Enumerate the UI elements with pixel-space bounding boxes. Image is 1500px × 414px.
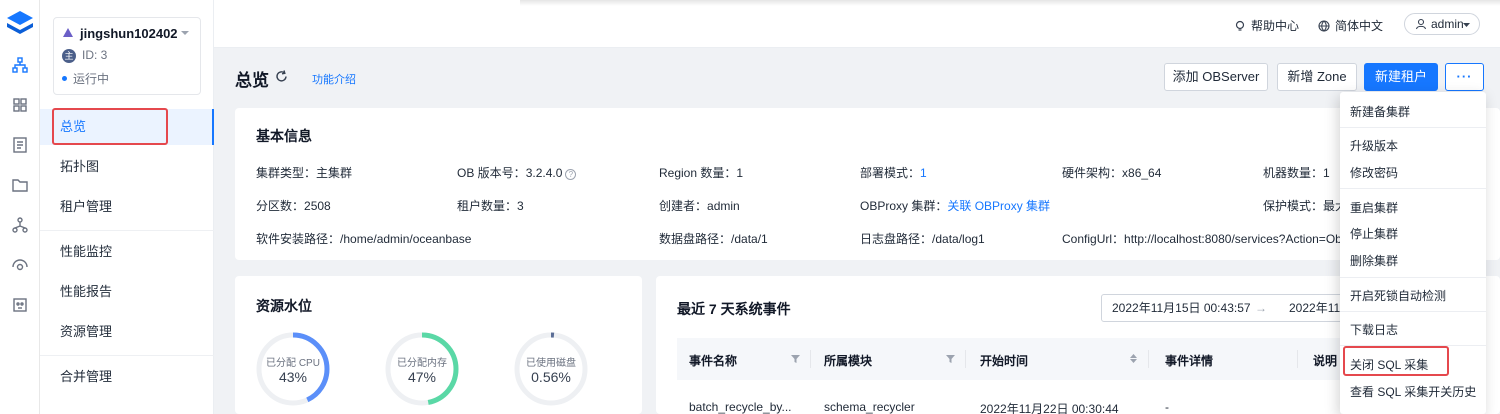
robot-icon[interactable] (11, 296, 29, 314)
info-tenant-count: 租户数量：3 (457, 199, 524, 213)
resource-title: 资源水位 (256, 298, 312, 314)
sidebar-divider (40, 355, 214, 356)
menu-item-change-password[interactable]: 修改密码 (1350, 164, 1398, 181)
info-region-count: Region 数量：1 (659, 166, 744, 180)
icon-rail (0, 0, 40, 414)
info-ob-version: OB 版本号：3.2.4.0? (457, 164, 577, 181)
oceanbase-logo-icon[interactable] (4, 8, 36, 40)
info-creator: 创建者：admin (659, 199, 740, 213)
gauge-disk-value: 0.56% (531, 369, 571, 385)
menu-item-deadlock-detection[interactable]: 开启死锁自动检测 (1350, 287, 1446, 304)
info-deploy-mode: 部署模式：1 (860, 166, 927, 180)
date-range-picker[interactable]: 2022年11月15日 00:43:57 → 2022年11月22日 00:43… (1101, 294, 1351, 322)
sidebar-item-merge-management[interactable]: 合并管理 (40, 359, 214, 395)
cluster-topology-icon[interactable] (11, 56, 29, 74)
menu-item-stop-cluster[interactable]: 停止集群 (1350, 225, 1398, 242)
filter-icon[interactable] (946, 354, 955, 363)
globe-icon (1318, 20, 1330, 32)
cluster-name: jingshun102402 (80, 26, 178, 41)
sort-icon[interactable] (1129, 354, 1138, 363)
col-module: 所属模块 (824, 354, 873, 368)
chevron-down-icon[interactable] (180, 28, 190, 38)
window-shadow (520, 0, 1500, 6)
gauge-disk: 已使用磁盘 0.56% (513, 331, 589, 407)
info-machine-count: 机器数量：1 (1263, 166, 1330, 180)
info-protection-mode: 保护模式：最大 (1263, 199, 1348, 213)
menu-item-download-logs[interactable]: 下载日志 (1350, 321, 1398, 338)
event-row-name[interactable]: batch_recycle_by... (689, 400, 792, 414)
col-description: 说明 (1313, 354, 1338, 368)
basic-info-title: 基本信息 (256, 128, 312, 144)
new-tenant-button[interactable]: 新建租户 (1364, 63, 1438, 91)
cluster-icon (63, 28, 73, 37)
menu-item-upgrade[interactable]: 升级版本 (1350, 137, 1398, 154)
primary-badge: 主 (62, 49, 76, 63)
events-title: 最近 7 天系统事件 (677, 301, 791, 317)
monitor-eye-icon[interactable] (11, 256, 29, 274)
sidebar: jingshun102402 主 ID: 3 运行中 总览 拓扑图 租户管理 性能… (40, 0, 214, 414)
sidebar-item-topology[interactable]: 拓扑图 (40, 149, 214, 185)
help-center-link[interactable]: 帮助中心 (1234, 17, 1299, 34)
tenant-icon[interactable] (11, 136, 29, 154)
event-row-module: schema_recycler (824, 400, 915, 414)
deploy-mode-link[interactable]: 1 (920, 166, 927, 180)
info-install-path: 软件安装路径：/home/admin/oceanbase (256, 232, 472, 246)
info-partition-count: 分区数：2508 (256, 199, 331, 213)
feature-intro-link[interactable]: 功能介绍 (312, 71, 356, 87)
proxy-network-icon[interactable] (11, 216, 29, 234)
gauge-memory-value: 47% (407, 369, 437, 385)
arrow-right-icon: → (1255, 301, 1267, 315)
more-actions-button[interactable]: ··· (1445, 63, 1484, 91)
help-circle-icon[interactable]: ? (565, 169, 577, 180)
sidebar-divider (40, 230, 214, 231)
highlight-box-sql-collection (1343, 346, 1449, 376)
user-menu[interactable]: admin (1404, 13, 1480, 35)
lightbulb-icon (1235, 20, 1245, 31)
link-obproxy-cluster[interactable]: 关联 OBProxy 集群 (947, 199, 1050, 213)
info-hardware-arch: 硬件架构：x86_64 (1062, 166, 1162, 180)
filter-icon[interactable] (791, 354, 800, 363)
info-log-disk-path: 日志盘路径：/data/log1 (860, 232, 985, 246)
col-event-name: 事件名称 (689, 354, 738, 368)
sidebar-item-performance-monitor[interactable]: 性能监控 (40, 234, 214, 270)
info-obproxy-cluster: OBProxy 集群：关联 OBProxy 集群 (860, 199, 1051, 213)
page-title: 总览 (235, 71, 269, 90)
info-config-url: ConfigUrl：http://localhost:8080/services… (1062, 232, 1340, 246)
highlight-box-overview (52, 108, 168, 145)
grid-icon[interactable] (11, 96, 29, 114)
event-row-start-time: 2022年11月22日 00:30:44 (980, 402, 1119, 414)
gauge-memory: 已分配内存 47% (384, 331, 460, 407)
add-zone-button[interactable]: 新增 Zone (1277, 63, 1357, 91)
cluster-selector[interactable]: jingshun102402 主 ID: 3 运行中 (53, 17, 201, 95)
menu-item-sql-collection-history[interactable]: 查看 SQL 采集开关历史 (1350, 383, 1476, 400)
menu-item-create-standby[interactable]: 新建备集群 (1350, 103, 1410, 120)
language-switch[interactable]: 简体中文 (1318, 17, 1383, 34)
col-event-detail: 事件详情 (1165, 354, 1214, 368)
sidebar-item-tenants[interactable]: 租户管理 (40, 189, 214, 225)
cluster-id: ID: 3 (82, 48, 108, 62)
info-data-disk-path: 数据盘路径：/data/1 (659, 232, 768, 246)
status-dot-icon (62, 76, 67, 81)
events-table-header: 事件名称 所属模块 开始时间 事件详情 说明 (677, 338, 1350, 380)
add-observer-button[interactable]: 添加 OBServer (1164, 63, 1268, 91)
refresh-icon[interactable] (274, 69, 289, 84)
gauge-cpu-value: 43% (278, 369, 308, 385)
gauge-cpu: 已分配 CPU 43% (255, 331, 331, 407)
cluster-status: 运行中 (73, 72, 110, 86)
sidebar-item-resource-management[interactable]: 资源管理 (40, 314, 214, 350)
folder-icon[interactable] (11, 176, 29, 194)
sidebar-item-performance-report[interactable]: 性能报告 (40, 274, 214, 310)
event-row-detail: - (1165, 400, 1169, 414)
menu-item-restart-cluster[interactable]: 重启集群 (1350, 199, 1398, 216)
user-icon (1415, 18, 1427, 30)
menu-item-delete-cluster[interactable]: 删除集群 (1350, 252, 1398, 269)
col-start-time: 开始时间 (980, 354, 1029, 368)
info-cluster-type: 集群类型：主集群 (256, 166, 353, 180)
caret-down-icon (1463, 23, 1470, 27)
date-start: 2022年11月15日 00:43:57 (1112, 301, 1251, 315)
top-bar: 帮助中心 简体中文 admin (214, 0, 1500, 48)
